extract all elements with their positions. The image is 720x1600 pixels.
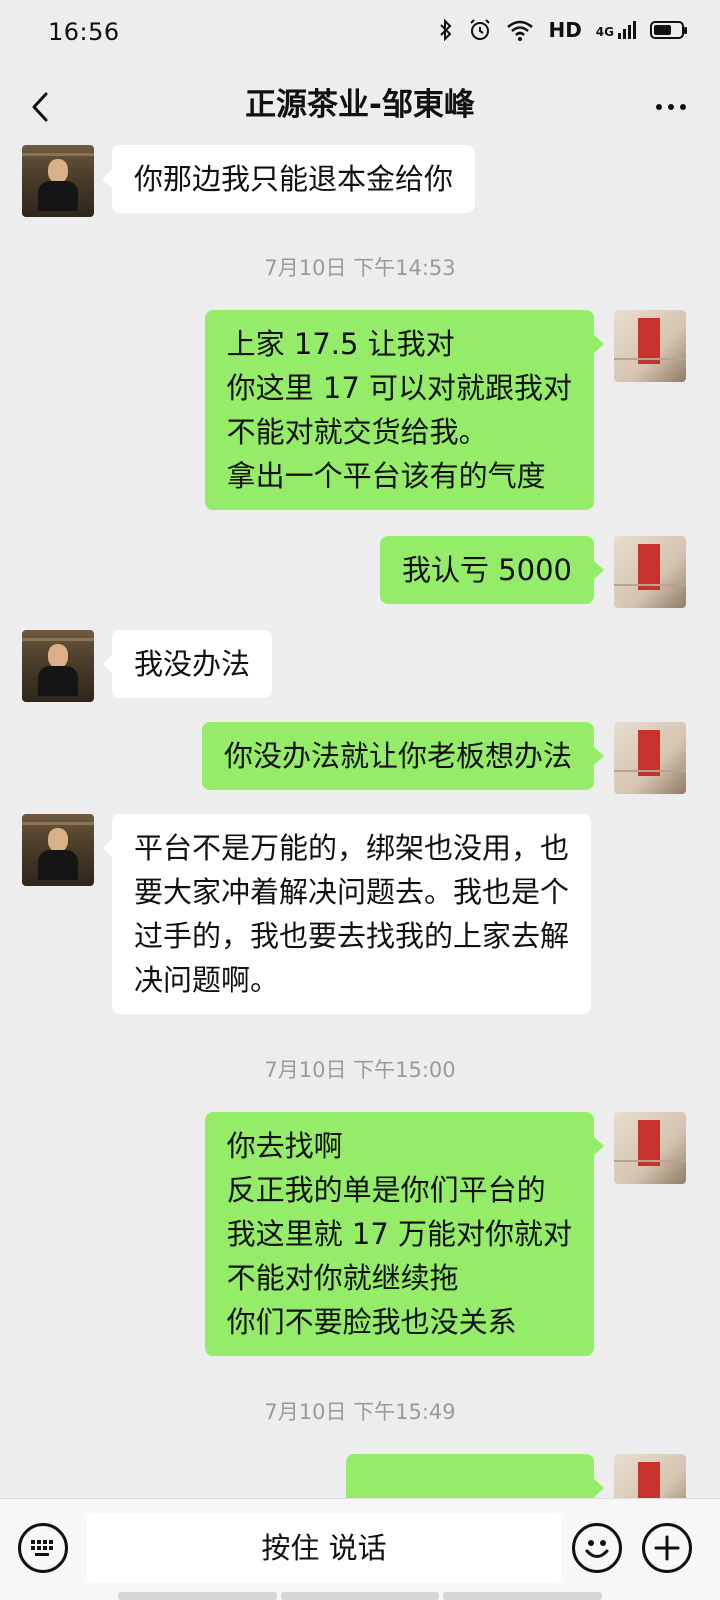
message-timestamp: 7月10日 下午15:49 [264, 1400, 456, 1424]
status-time: 16:56 [48, 18, 120, 46]
status-bar: 16:56 HD 4G [0, 0, 720, 72]
wifi-icon [507, 20, 534, 41]
chat-messages[interactable]: 你那边我只能退本金给你 7月10日 下午14:53 上家 17.5 让我对 你这… [0, 142, 720, 1498]
more-icon-dot [656, 104, 662, 110]
user-avatar[interactable] [614, 722, 686, 794]
battery-fill [654, 25, 671, 35]
back-button[interactable] [18, 82, 68, 132]
more-icon-dot [668, 104, 674, 110]
bluetooth-icon [440, 19, 452, 41]
message-bubble-sent[interactable]: 你去找啊 反正我的单是你们平台的 我这里就 17 万能对你就对 不能对你就继续拖… [204, 1112, 605, 1356]
message-bubble-sent[interactable]: 我认亏 5000 [379, 536, 605, 604]
user-avatar[interactable] [614, 1454, 686, 1498]
contact-avatar[interactable] [22, 145, 94, 217]
message-bubble-sent-partial[interactable] [346, 1454, 604, 1498]
add-button[interactable] [642, 1523, 692, 1573]
keyboard-toggle-button[interactable] [18, 1523, 68, 1573]
emoji-icon [585, 1540, 609, 1558]
message-bubble-received[interactable]: 你那边我只能退本金给你 [101, 145, 476, 213]
user-avatar[interactable] [614, 310, 686, 382]
user-avatar[interactable] [614, 536, 686, 608]
message-bubble-received[interactable]: 我没办法 [101, 630, 273, 698]
contact-avatar[interactable] [22, 814, 94, 886]
keyboard-icon [31, 1540, 53, 1556]
more-icon-dot [680, 104, 686, 110]
message-bubble-sent[interactable]: 上家 17.5 让我对 你这里 17 可以对就跟我对 不能对就交货给我。 拿出一… [204, 310, 605, 510]
more-button[interactable] [644, 84, 698, 130]
contact-avatar[interactable] [22, 630, 94, 702]
status-icons: HD 4G [438, 18, 687, 42]
message-timestamp: 7月10日 下午14:53 [264, 256, 456, 280]
message-bubble-sent[interactable]: 你没办法就让你老板想办法 [201, 722, 605, 790]
chat-title: 正源茶业-邹東峰 [245, 87, 475, 123]
message-timestamp: 7月10日 下午15:00 [264, 1058, 456, 1082]
message-bubble-received[interactable]: 平台不是万能的，绑架也没用，也 要大家冲着解决问题去。我也是个 过手的，我也要去… [101, 814, 592, 1014]
hold-to-talk-button[interactable]: 按住 说话 [86, 1513, 562, 1583]
alarm-icon [470, 19, 491, 40]
chevron-left-icon [32, 92, 48, 122]
emoji-button[interactable] [572, 1523, 622, 1573]
network-type: HD [548, 18, 582, 42]
battery-icon [650, 21, 687, 39]
gesture-bar [118, 1592, 603, 1600]
chat-header: 正源茶业-邹東峰 [0, 72, 720, 142]
signal-indicator: 4G [596, 21, 636, 39]
input-bar: 按住 说话 [0, 1498, 720, 1600]
plus-icon [654, 1535, 680, 1561]
signal-label: 4G [595, 25, 614, 39]
user-avatar[interactable] [614, 1112, 686, 1184]
